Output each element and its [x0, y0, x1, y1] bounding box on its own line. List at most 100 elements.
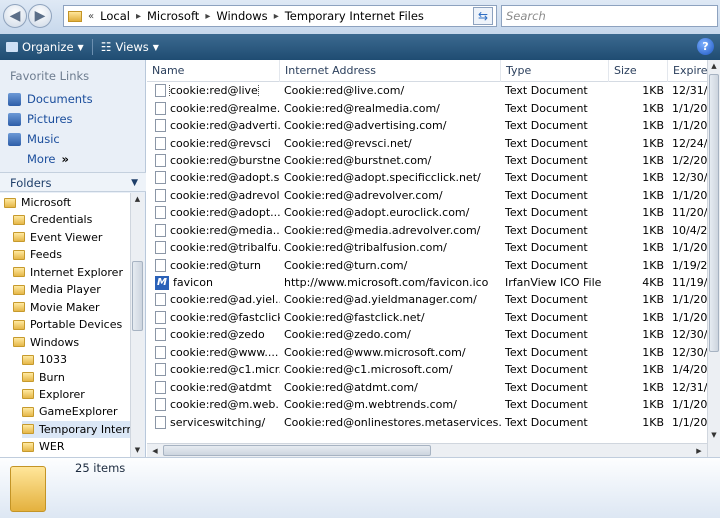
organize-button[interactable]: Organize ▼: [0, 40, 90, 54]
file-row[interactable]: cookie:red@live Cookie:red@live.com/Text …: [147, 82, 707, 99]
chevron-down-icon[interactable]: ▼: [131, 173, 138, 193]
tree-item[interactable]: Internet Explorer: [13, 264, 123, 281]
file-name-cell[interactable]: cookie:red@adrevol...: [147, 188, 280, 202]
breadcrumb-windows[interactable]: Windows: [212, 9, 271, 23]
command-bar: Organize ▼ ☷ Views ▼ ?: [0, 34, 720, 60]
column-size[interactable]: Size: [609, 60, 668, 82]
file-name-cell[interactable]: cookie:red@fastclick: [147, 310, 280, 324]
breadcrumb-temporary-internet-files[interactable]: Temporary Internet Files: [281, 9, 428, 23]
file-name-cell[interactable]: cookie:red@revsci: [147, 136, 280, 150]
file-row[interactable]: serviceswitching/Cookie:red@onlinestores…: [147, 413, 707, 430]
file-name-cell[interactable]: cookie:red@burstnet: [147, 153, 280, 167]
file-name-cell[interactable]: cookie:red@tribalfu...: [147, 241, 280, 255]
tree-item[interactable]: Event Viewer: [13, 229, 102, 246]
file-name-cell[interactable]: cookie:red@adverti...: [147, 119, 280, 133]
more-link[interactable]: More »: [0, 149, 146, 169]
horizontal-scroll-thumb[interactable]: [163, 445, 431, 456]
scroll-up-icon[interactable]: ▲: [131, 193, 144, 206]
tree-item[interactable]: Portable Devices: [13, 316, 122, 333]
file-name-cell[interactable]: serviceswitching/: [147, 415, 280, 429]
file-row[interactable]: cookie:red@adrevol... Cookie:red@adrevolv…: [147, 187, 707, 204]
column-internet-address[interactable]: Internet Address: [280, 60, 501, 82]
refresh-icon[interactable]: ⇆: [473, 7, 493, 25]
file-row[interactable]: cookie:red@revsci Cookie:red@revsci.net/T…: [147, 134, 707, 151]
column-name[interactable]: Name: [147, 60, 280, 82]
file-name-cell[interactable]: cookie:red@media....: [147, 223, 280, 237]
file-row[interactable]: cookie:red@adopt.... Cookie:red@adopt.eur…: [147, 204, 707, 221]
file-row[interactable]: cookie:red@tribalfu... Cookie:red@tribalf…: [147, 239, 707, 256]
tree-item[interactable]: GameExplorer: [22, 403, 118, 420]
file-row[interactable]: cookie:red@c1.micr... Cookie:red@c1.micro…: [147, 361, 707, 378]
scroll-right-icon[interactable]: ▶: [693, 445, 705, 457]
file-name-cell[interactable]: cookie:red@ad.yiel...: [147, 293, 280, 307]
file-row[interactable]: cookie:red@realme... Cookie:red@realmedia…: [147, 99, 707, 116]
file-row[interactable]: cookie:red@ad.yiel... Cookie:red@ad.yield…: [147, 291, 707, 308]
file-name-cell[interactable]: cookie:red@c1.micr...: [147, 363, 280, 377]
file-row[interactable]: cookie:red@adverti... Cookie:red@advertis…: [147, 117, 707, 134]
tree-item[interactable]: Feeds: [13, 246, 62, 263]
tree-item[interactable]: Microsoft: [4, 194, 71, 211]
tree-item[interactable]: Explorer: [22, 386, 85, 403]
tree-item[interactable]: WER: [22, 438, 64, 455]
column-type[interactable]: Type: [501, 60, 609, 82]
breadcrumb-local[interactable]: Local: [96, 9, 134, 23]
scroll-left-icon[interactable]: ◀: [149, 445, 161, 457]
file-name-cell[interactable]: cookie:red@adopt....: [147, 206, 280, 220]
file-row[interactable]: cookie:red@m.web... Cookie:red@m.webtrend…: [147, 396, 707, 413]
column-expires[interactable]: Expires: [668, 60, 707, 82]
scroll-up-icon[interactable]: ▲: [708, 60, 720, 73]
tree-item[interactable]: Credentials: [13, 211, 92, 228]
chevron-right-icon[interactable]: ▸: [203, 11, 212, 22]
internet-address-cell: Cookie:red@www.microsoft.com/: [284, 345, 466, 359]
tree-scroll-thumb[interactable]: [132, 261, 143, 331]
file-row[interactable]: cookie:red@burstnet Cookie:red@burstnet.c…: [147, 152, 707, 169]
vertical-scroll-thumb[interactable]: [709, 74, 719, 352]
tree-item[interactable]: Burn: [22, 369, 65, 386]
vertical-scrollbar[interactable]: ▲ ▼: [707, 60, 720, 457]
breadcrumb-microsoft[interactable]: Microsoft: [143, 9, 203, 23]
file-row[interactable]: cookie:red@turn Cookie:red@turn.com/Text …: [147, 256, 707, 273]
file-row[interactable]: cookie:red@fastclick Cookie:red@fastclick…: [147, 309, 707, 326]
tree-item[interactable]: Windows: [13, 334, 79, 351]
file-name-cell[interactable]: cookie:red@turn: [147, 258, 280, 272]
forward-button[interactable]: ▶: [28, 4, 52, 28]
favorite-documents[interactable]: Documents: [0, 89, 146, 109]
back-button[interactable]: ◀: [3, 4, 27, 28]
chevron-right-icon[interactable]: ▸: [272, 11, 281, 22]
file-name-cell[interactable]: cookie:red@m.web...: [147, 398, 280, 412]
file-name-cell[interactable]: Mfavicon: [147, 275, 280, 290]
help-icon[interactable]: ?: [697, 38, 714, 55]
tree-item[interactable]: Movie Maker: [13, 299, 100, 316]
favorite-music[interactable]: Music: [0, 129, 146, 149]
file-name-cell[interactable]: cookie:red@realme...: [147, 101, 280, 115]
scroll-down-icon[interactable]: ▼: [131, 444, 144, 457]
tree-item-label: Explorer: [39, 387, 85, 401]
favorite-pictures[interactable]: Pictures: [0, 109, 146, 129]
horizontal-scrollbar[interactable]: ◀ ▶: [147, 443, 707, 457]
file-name-cell[interactable]: cookie:red@live: [147, 84, 280, 98]
address-box[interactable]: « Local ▸ Microsoft ▸ Windows ▸ Temporar…: [63, 5, 497, 27]
tree-item[interactable]: Temporary Interne: [22, 420, 130, 438]
overflow-chevron[interactable]: «: [86, 11, 96, 22]
file-name-cell[interactable]: cookie:red@adopt.s...: [147, 171, 280, 185]
search-input[interactable]: Search: [501, 5, 718, 27]
expires-cell: 1/2/20: [672, 153, 707, 167]
file-row[interactable]: cookie:red@www.... Cookie:red@www.microso…: [147, 344, 707, 361]
file-row[interactable]: cookie:red@adopt.s... Cookie:red@adopt.sp…: [147, 169, 707, 186]
file-row[interactable]: cookie:red@media.... Cookie:red@media.adr…: [147, 222, 707, 239]
scroll-down-icon[interactable]: ▼: [708, 429, 720, 442]
tree-scrollbar[interactable]: ▲ ▼: [130, 193, 144, 457]
tree-item[interactable]: Media Player: [13, 281, 101, 298]
file-row[interactable]: Mfavicon http://www.microsoft.com/favicon…: [147, 274, 707, 291]
text-document-icon: [155, 398, 166, 412]
file-name-cell[interactable]: cookie:red@atdmt: [147, 380, 280, 394]
chevron-right-icon[interactable]: ▸: [134, 11, 143, 22]
file-row[interactable]: cookie:red@zedo Cookie:red@zedo.com/Text …: [147, 326, 707, 343]
folders-header[interactable]: Folders ▼: [0, 172, 146, 192]
file-name-cell[interactable]: cookie:red@www....: [147, 345, 280, 359]
file-row[interactable]: cookie:red@atdmt Cookie:red@atdmt.com/Tex…: [147, 378, 707, 395]
file-name-cell[interactable]: cookie:red@zedo: [147, 328, 280, 342]
text-document-icon: [155, 223, 166, 237]
tree-item[interactable]: 1033: [22, 351, 67, 368]
views-button[interactable]: ☷ Views ▼: [95, 40, 165, 54]
